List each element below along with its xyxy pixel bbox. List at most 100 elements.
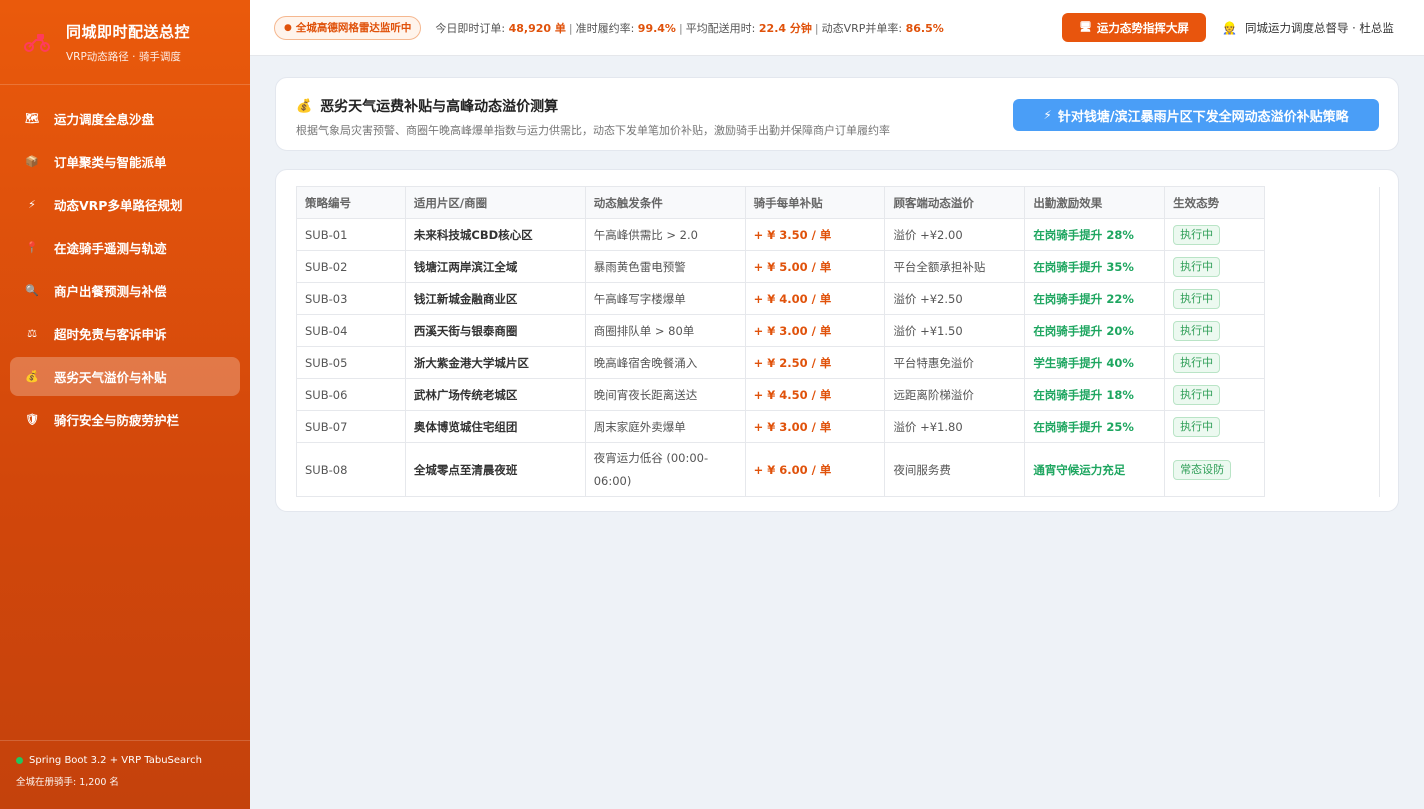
status-badge: 常态设防 xyxy=(1173,459,1232,480)
stat-value: 99.4% xyxy=(637,21,676,35)
page-title: 💰 恶劣天气运费补贴与高峰动态溢价测算 xyxy=(296,96,558,116)
table-row[interactable]: SUB-07 奥体博览城住宅组团 周末家庭外卖爆单 + ¥ 3.00 / 单溢价 +¥… xyxy=(296,410,1380,443)
cell-effect: 学生骑手提升 40% xyxy=(1024,346,1166,379)
status-dot xyxy=(16,756,23,764)
status-badge: 执行中 xyxy=(1173,256,1221,277)
rider-count: 全城在册骑手: 1,200 名 xyxy=(16,777,119,788)
cell-id: SUB-03 xyxy=(296,282,406,315)
stat-label: 平均配送用时: xyxy=(685,21,756,35)
cell-area: 浙大紫金港大学城片区 xyxy=(404,346,586,379)
cell-premium: 夜间服务费 xyxy=(884,442,1026,497)
user-profile[interactable]: 👷 同城运力调度总督导 · 杜总监 xyxy=(1222,20,1394,36)
table-row[interactable]: SUB-04 西溪天街与银泰商圈 商圈排队单 > 80单 + ¥ 3.00 / 单溢价… xyxy=(296,314,1380,347)
cell-sub: + ¥ 4.50 / 单 xyxy=(744,378,886,411)
cell-effect: 在岗骑手提升 18% xyxy=(1024,378,1166,411)
cell-status: 执行中 xyxy=(1164,314,1266,347)
sidebar-footer: Spring Boot 3.2 + VRP TabuSearch 全城在册骑手:… xyxy=(0,740,250,809)
cell-id: SUB-05 xyxy=(296,346,406,379)
stat-value: 22.4 分钟 xyxy=(758,21,812,35)
cell-premium: 溢价 +¥2.00 xyxy=(884,218,1026,251)
table-spacer xyxy=(1264,218,1380,251)
cell-effect: 在岗骑手提升 28% xyxy=(1024,218,1166,251)
stat-value: 86.5% xyxy=(905,21,944,35)
sidebar-item-4[interactable]: 📍 在途骑手遥测与轨迹 xyxy=(10,228,240,267)
shield-icon: 🛡 xyxy=(25,413,39,426)
search-icon: 🔍 xyxy=(25,284,39,297)
cell-id: SUB-07 xyxy=(296,410,406,443)
pin-icon: 📍 xyxy=(25,241,39,254)
cell-cond: 午高峰供需比 > 2.0 xyxy=(584,218,746,251)
dispatch-policy-button[interactable]: ⚡ 针对钱塘/滨江暴雨片区下发全网动态溢价补贴策略 xyxy=(1013,99,1379,131)
cell-status: 执行中 xyxy=(1164,410,1266,443)
sidebar-item-1[interactable]: 🗺 运力调度全息沙盘 xyxy=(10,99,240,138)
sidebar-item-2[interactable]: 📦 订单聚类与智能派单 xyxy=(10,142,240,181)
brand-title: 同城即时配送总控 xyxy=(66,22,191,41)
table-row[interactable]: SUB-01 未来科技城CBD核心区 午高峰供需比 > 2.0 + ¥ 3.50 / … xyxy=(296,218,1380,251)
big-screen-label: 运力态势指挥大屏 xyxy=(1096,20,1189,35)
user-name: 同城运力调度总督导 · 杜总监 xyxy=(1244,21,1394,35)
sidebar-item-label: 订单聚类与智能派单 xyxy=(54,155,167,170)
page-title-text: 恶劣天气运费补贴与高峰动态溢价测算 xyxy=(320,99,559,115)
brand: 同城即时配送总控 VRP动态路径 · 骑手调度 xyxy=(0,0,250,85)
radar-status-badge: ● 全城高德网格雷达监听中 xyxy=(274,15,422,40)
scooter-icon xyxy=(22,27,52,57)
cell-id: SUB-08 xyxy=(296,442,406,497)
cell-area: 全城零点至清晨夜班 xyxy=(404,442,586,497)
dispatch-policy-label: 针对钱塘/滨江暴雨片区下发全网动态溢价补贴策略 xyxy=(1057,109,1349,125)
cell-cond: 午高峰写字楼爆单 xyxy=(584,282,746,315)
cell-id: SUB-06 xyxy=(296,378,406,411)
subsidy-header-card: 💰 恶劣天气运费补贴与高峰动态溢价测算 根据气象局灾害预警、商圈午晚高峰爆单指数… xyxy=(275,77,1399,151)
table-spacer xyxy=(1264,410,1380,443)
cell-cond: 商圈排队单 > 80单 xyxy=(584,314,746,347)
sidebar-item-label: 超时免责与客诉申诉 xyxy=(54,327,167,342)
cell-premium: 平台全额承担补贴 xyxy=(884,250,1026,283)
table-body: SUB-01 未来科技城CBD核心区 午高峰供需比 > 2.0 + ¥ 3.50 / … xyxy=(296,218,1380,497)
big-screen-button[interactable]: 🖥 运力态势指挥大屏 xyxy=(1062,13,1206,42)
money-bag-icon: 💰 xyxy=(25,370,39,383)
cell-sub: + ¥ 2.50 / 单 xyxy=(744,346,886,379)
sidebar-item-7[interactable]: 💰 恶劣天气溢价与补贴 xyxy=(10,357,240,396)
cell-effect: 在岗骑手提升 35% xyxy=(1024,250,1166,283)
monitor-icon: 🖥 xyxy=(1079,22,1092,33)
table-row[interactable]: SUB-03 钱江新城金融商业区 午高峰写字楼爆单 + ¥ 4.00 / 单溢价 +¥… xyxy=(296,282,1380,315)
column-header: 动态触发条件 xyxy=(584,186,746,219)
sidebar-item-8[interactable]: 🛡 骑行安全与防疲劳护栏 xyxy=(10,400,240,439)
cell-effect: 在岗骑手提升 25% xyxy=(1024,410,1166,443)
table-spacer xyxy=(1264,442,1380,497)
lightning-icon: ⚡ xyxy=(28,198,36,211)
cell-area: 奥体博览城住宅组团 xyxy=(404,410,586,443)
cell-status: 执行中 xyxy=(1164,218,1266,251)
scale-icon: ⚖ xyxy=(27,327,37,340)
cell-status: 常态设防 xyxy=(1164,442,1266,497)
sidebar-item-label: 在途骑手遥测与轨迹 xyxy=(54,241,167,256)
cell-sub: + ¥ 3.50 / 单 xyxy=(744,218,886,251)
sidebar-item-label: 动态VRP多单路径规划 xyxy=(54,198,183,213)
cell-cond: 夜宵运力低谷 (00:00-06:00) xyxy=(584,442,746,497)
cell-effect: 在岗骑手提升 22% xyxy=(1024,282,1166,315)
cell-effect: 在岗骑手提升 20% xyxy=(1024,314,1166,347)
table-row[interactable]: SUB-08 全城零点至清晨夜班 夜宵运力低谷 (00:00-06:00) + ¥ 6… xyxy=(296,442,1380,497)
cell-sub: + ¥ 3.00 / 单 xyxy=(744,410,886,443)
status-badge: 执行中 xyxy=(1173,288,1221,309)
stat-value: 48,920 单 xyxy=(508,21,566,35)
sidebar-item-3[interactable]: ⚡ 动态VRP多单路径规划 xyxy=(10,185,240,224)
table-row[interactable]: SUB-02 钱塘江两岸滨江全域 暴雨黄色雷电预警 + ¥ 5.00 / 单平台全额承… xyxy=(296,250,1380,283)
brand-subtitle: VRP动态路径 · 骑手调度 xyxy=(66,50,181,63)
table-spacer xyxy=(1264,282,1380,315)
table-row[interactable]: SUB-06 武林广场传统老城区 晚间宵夜长距离送达 + ¥ 4.50 / 单远距离阶… xyxy=(296,378,1380,411)
table-row[interactable]: SUB-05 浙大紫金港大学城片区 晚高峰宿舍晚餐涌入 + ¥ 2.50 / 单平台特… xyxy=(296,346,1380,379)
cell-cond: 晚间宵夜长距离送达 xyxy=(584,378,746,411)
cell-premium: 平台特惠免溢价 xyxy=(884,346,1026,379)
sidebar-item-5[interactable]: 🔍 商户出餐预测与补偿 xyxy=(10,271,240,310)
tech-stack-label: Spring Boot 3.2 + VRP TabuSearch xyxy=(29,755,202,766)
cell-id: SUB-02 xyxy=(296,250,406,283)
cell-premium: 远距离阶梯溢价 xyxy=(884,378,1026,411)
sidebar-item-label: 运力调度全息沙盘 xyxy=(54,112,155,127)
sidebar-item-6[interactable]: ⚖ 超时免责与客诉申诉 xyxy=(10,314,240,353)
sidebar-nav: 🗺 运力调度全息沙盘 📦 订单聚类与智能派单 ⚡ 动态VRP多单路径规划 📍 在途骑手遥测与轨… xyxy=(0,85,250,439)
user-icon: 👷 xyxy=(1222,21,1237,35)
cell-sub: + ¥ 3.00 / 单 xyxy=(744,314,886,347)
column-header: 出勤激励效果 xyxy=(1024,186,1166,219)
cell-id: SUB-01 xyxy=(296,218,406,251)
cell-sub: + ¥ 5.00 / 单 xyxy=(744,250,886,283)
